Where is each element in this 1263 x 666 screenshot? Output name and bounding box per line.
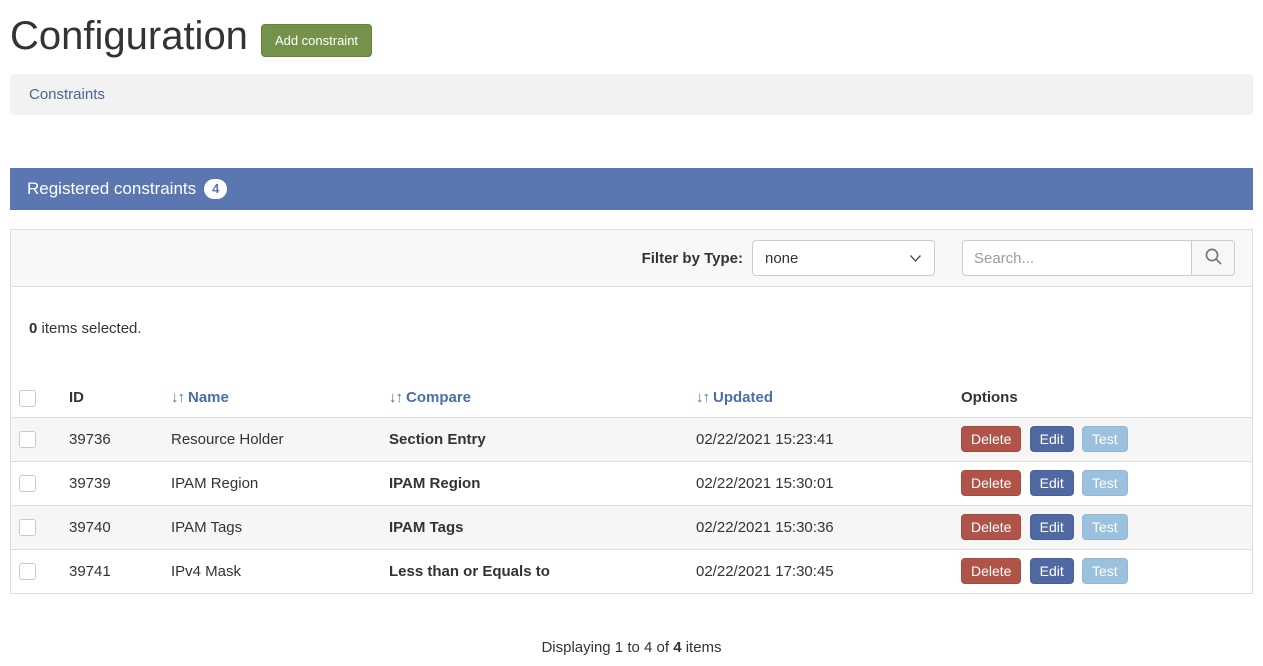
table-row: 39740 IPAM Tags IPAM Tags 02/22/2021 15:… <box>11 505 1252 549</box>
selected-count: 0 <box>29 320 37 337</box>
cell-updated: 02/22/2021 15:30:01 <box>688 461 953 505</box>
cell-updated: 02/22/2021 15:23:41 <box>688 417 953 461</box>
test-button[interactable]: Test <box>1082 470 1128 496</box>
breadcrumb: Constraints <box>10 74 1253 115</box>
type-filter-selected-value: none <box>765 250 798 267</box>
search-input[interactable] <box>962 240 1192 276</box>
constraint-count-badge: 4 <box>204 179 227 199</box>
constraints-panel: Filter by Type: none <box>10 229 1253 594</box>
delete-button[interactable]: Delete <box>961 470 1021 496</box>
chevron-down-icon <box>909 250 922 267</box>
cell-compare: IPAM Tags <box>381 505 688 549</box>
filter-row: Filter by Type: none <box>11 230 1252 287</box>
row-checkbox[interactable] <box>19 475 36 492</box>
cell-name: IPAM Region <box>163 461 381 505</box>
edit-button[interactable]: Edit <box>1030 558 1074 584</box>
pagination-total: 4 <box>673 639 681 656</box>
cell-options: Delete Edit Test <box>953 505 1252 549</box>
edit-button[interactable]: Edit <box>1030 426 1074 452</box>
sort-icon: ↓↑ <box>389 389 402 406</box>
cell-compare: IPAM Region <box>381 461 688 505</box>
selection-status: 0 items selected. <box>11 287 1252 337</box>
search-button[interactable] <box>1191 240 1235 276</box>
pagination-prefix: Displaying 1 to 4 of <box>541 639 669 656</box>
delete-button[interactable]: Delete <box>961 514 1021 540</box>
registered-constraints-header: Registered constraints 4 <box>10 168 1253 210</box>
cell-name: IPv4 Mask <box>163 549 381 593</box>
cell-compare: Less than or Equals to <box>381 549 688 593</box>
column-header-updated[interactable]: ↓↑Updated <box>688 379 953 417</box>
selected-count-label: items selected. <box>42 320 142 337</box>
cell-updated: 02/22/2021 15:30:36 <box>688 505 953 549</box>
pagination-status: Displaying 1 to 4 of 4 items <box>10 639 1253 656</box>
cell-options: Delete Edit Test <box>953 461 1252 505</box>
cell-id: 39736 <box>61 417 163 461</box>
cell-options: Delete Edit Test <box>953 417 1252 461</box>
column-header-name[interactable]: ↓↑Name <box>163 379 381 417</box>
table-row: 39741 IPv4 Mask Less than or Equals to 0… <box>11 549 1252 593</box>
row-checkbox[interactable] <box>19 519 36 536</box>
filter-by-type-label: Filter by Type: <box>642 250 743 267</box>
constraints-table: ID ↓↑Name ↓↑Compare ↓↑Updated Options 39… <box>11 379 1252 593</box>
table-row: 39736 Resource Holder Section Entry 02/2… <box>11 417 1252 461</box>
cell-name: IPAM Tags <box>163 505 381 549</box>
panel-title: Registered constraints <box>27 179 196 199</box>
column-header-id: ID <box>61 379 163 417</box>
delete-button[interactable]: Delete <box>961 558 1021 584</box>
cell-id: 39741 <box>61 549 163 593</box>
edit-button[interactable]: Edit <box>1030 470 1074 496</box>
table-row: 39739 IPAM Region IPAM Region 02/22/2021… <box>11 461 1252 505</box>
page-title: Configuration <box>10 14 248 58</box>
cell-compare: Section Entry <box>381 417 688 461</box>
row-checkbox[interactable] <box>19 563 36 580</box>
type-filter-select[interactable]: none <box>752 240 935 276</box>
pagination-suffix: items <box>686 639 722 656</box>
row-checkbox[interactable] <box>19 431 36 448</box>
search-icon <box>1204 247 1223 269</box>
test-button[interactable]: Test <box>1082 514 1128 540</box>
configuration-page: Configuration Add constraint Constraints… <box>0 14 1263 656</box>
column-header-compare[interactable]: ↓↑Compare <box>381 379 688 417</box>
breadcrumb-constraints-link[interactable]: Constraints <box>29 86 105 103</box>
test-button[interactable]: Test <box>1082 426 1128 452</box>
table-header-row: ID ↓↑Name ↓↑Compare ↓↑Updated Options <box>11 379 1252 417</box>
test-button[interactable]: Test <box>1082 558 1128 584</box>
edit-button[interactable]: Edit <box>1030 514 1074 540</box>
cell-id: 39739 <box>61 461 163 505</box>
cell-options: Delete Edit Test <box>953 549 1252 593</box>
select-all-checkbox[interactable] <box>19 390 36 407</box>
cell-updated: 02/22/2021 17:30:45 <box>688 549 953 593</box>
column-header-options: Options <box>953 379 1252 417</box>
title-row: Configuration Add constraint <box>10 14 1253 58</box>
cell-id: 39740 <box>61 505 163 549</box>
cell-name: Resource Holder <box>163 417 381 461</box>
sort-icon: ↓↑ <box>171 389 184 406</box>
sort-icon: ↓↑ <box>696 389 709 406</box>
delete-button[interactable]: Delete <box>961 426 1021 452</box>
add-constraint-button[interactable]: Add constraint <box>261 24 372 57</box>
search-group <box>962 240 1235 276</box>
